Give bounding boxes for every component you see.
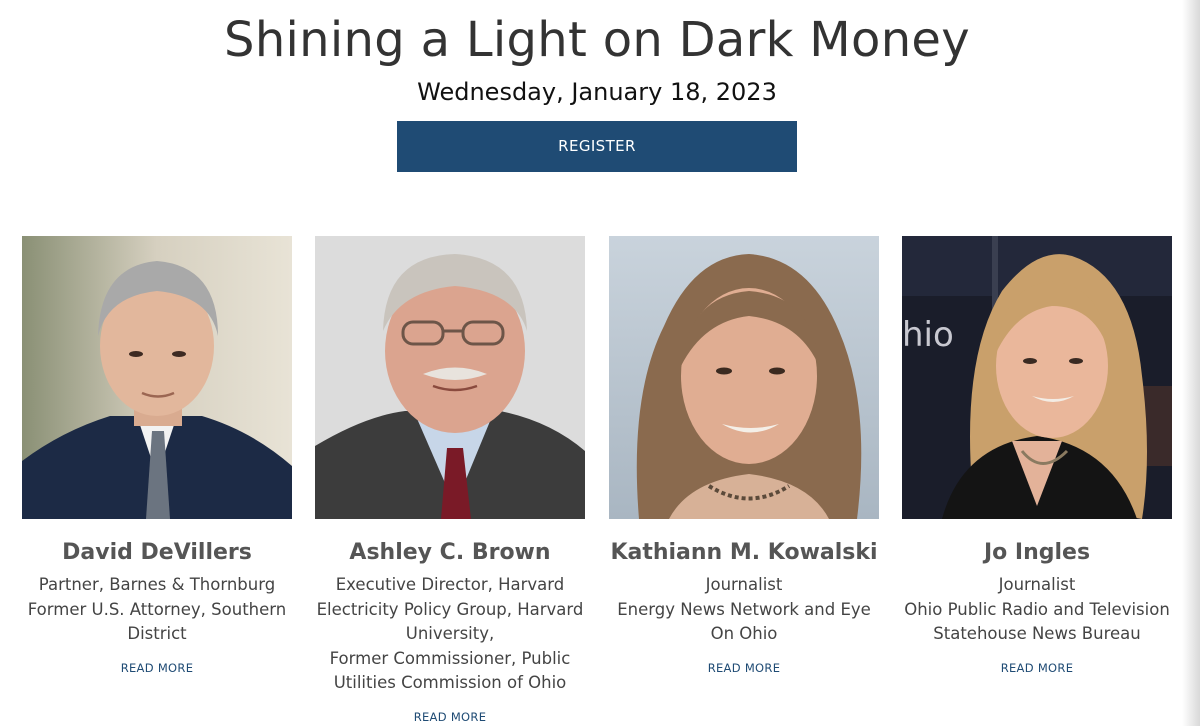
speaker-role-line: Executive Director, Harvard bbox=[335, 575, 565, 594]
speaker-photo bbox=[315, 236, 585, 519]
backdrop-text: hio bbox=[902, 315, 954, 355]
read-more-link[interactable]: READ MORE bbox=[22, 661, 292, 675]
speaker-card: hio Jo Ingles Journalist Ohio Public Rad… bbox=[902, 236, 1172, 675]
event-title: Shining a Light on Dark Money bbox=[224, 12, 970, 68]
speaker-role-line: University, bbox=[405, 624, 495, 643]
event-page: Shining a Light on Dark Money Wednesday,… bbox=[0, 0, 1200, 726]
speaker-role-line: Utilities Commission of Ohio bbox=[333, 673, 567, 692]
speaker-role-line: District bbox=[127, 624, 187, 643]
register-button[interactable]: REGISTER bbox=[397, 121, 797, 172]
speaker-name: Kathiann M. Kowalski bbox=[610, 540, 878, 565]
speaker-photo: hio bbox=[902, 236, 1172, 519]
speaker-role-line: Journalist bbox=[705, 575, 783, 594]
speaker-role-line: On Ohio bbox=[710, 624, 778, 643]
speaker-role-line: Former Commissioner, Public bbox=[329, 648, 571, 668]
speaker-photo bbox=[609, 236, 879, 519]
speaker-role: Journalist Energy News Network and Eye O… bbox=[609, 573, 879, 647]
speaker-role: Executive Director, Harvard Electricity … bbox=[315, 573, 585, 696]
speaker-role-line: Former U.S. Attorney, Southern bbox=[27, 599, 287, 619]
speaker-role-line: Journalist bbox=[998, 575, 1076, 594]
speaker-name: David DeVillers bbox=[62, 540, 252, 565]
speaker-name: Ashley C. Brown bbox=[349, 540, 551, 565]
speaker-card: David DeVillers Partner, Barnes & Thornb… bbox=[22, 236, 292, 675]
read-more-link[interactable]: READ MORE bbox=[902, 661, 1172, 675]
read-more-link[interactable]: READ MORE bbox=[315, 710, 585, 724]
speaker-role-line: Energy News Network and Eye bbox=[617, 599, 871, 619]
speaker-card: Kathiann M. Kowalski Journalist Energy N… bbox=[609, 236, 879, 675]
speaker-name: Jo Ingles bbox=[983, 540, 1091, 565]
page-scroll-edge bbox=[1182, 0, 1200, 726]
speaker-role-line: Electricity Policy Group, Harvard bbox=[316, 599, 584, 619]
speaker-role: Partner, Barnes & Thornburg Former U.S. … bbox=[22, 573, 292, 647]
speaker-role: Journalist Ohio Public Radio and Televis… bbox=[902, 573, 1172, 647]
event-date: Wednesday, January 18, 2023 bbox=[417, 78, 777, 106]
speaker-role-line: Partner, Barnes & Thornburg bbox=[38, 575, 276, 594]
speaker-role-line: Ohio Public Radio and Television bbox=[904, 599, 1170, 619]
read-more-link[interactable]: READ MORE bbox=[609, 661, 879, 675]
speaker-role-line: Statehouse News Bureau bbox=[933, 624, 1141, 643]
speaker-card: Ashley C. Brown Executive Director, Harv… bbox=[315, 236, 585, 724]
speaker-photo bbox=[22, 236, 292, 519]
